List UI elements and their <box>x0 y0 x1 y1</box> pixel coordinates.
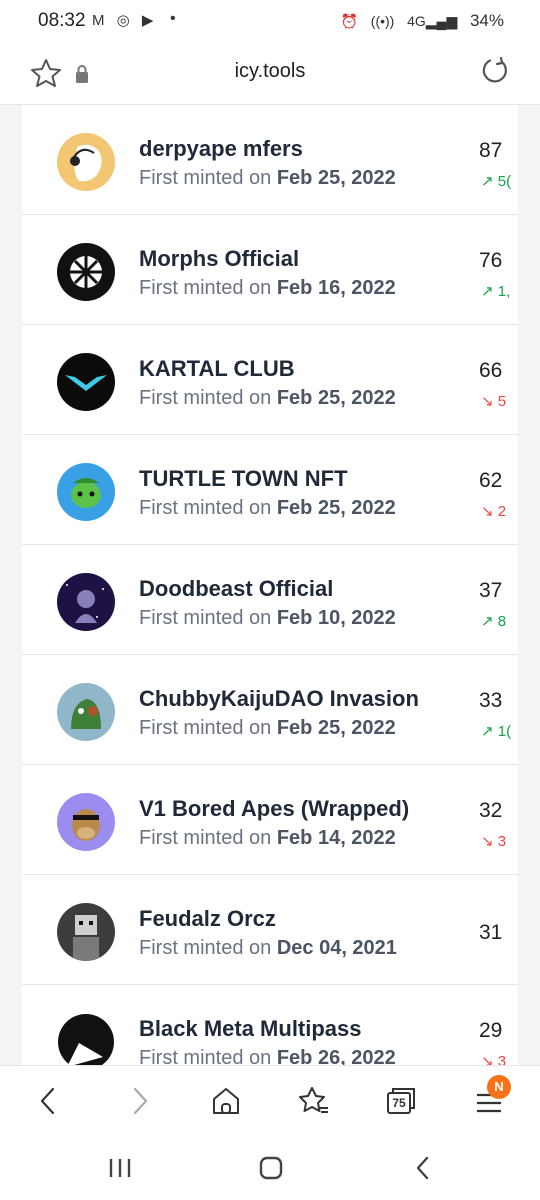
minted-date: First minted on Feb 26, 2022 <box>139 1047 396 1065</box>
arrow-up-icon: ↗ <box>481 723 494 740</box>
status-time: 08:32 <box>38 10 86 31</box>
change-indicator: ↗ 1( <box>481 723 512 740</box>
system-back-icon[interactable] <box>408 1153 438 1183</box>
collection-avatar <box>57 353 115 411</box>
collection-row[interactable]: TURTLE TOWN NFT First minted on Feb 25, … <box>22 435 518 545</box>
sales-count: 62 <box>479 469 503 492</box>
status-right: ⏰ ((•)) 4G▂▄▆ 34% <box>341 11 504 31</box>
collection-name: Morphs Official <box>139 246 300 271</box>
collection-row[interactable]: V1 Bored Apes (Wrapped) First minted on … <box>22 765 518 875</box>
arrow-up-icon: ↗ <box>481 173 494 190</box>
collection-avatar <box>57 463 115 521</box>
minted-date: First minted on Feb 14, 2022 <box>139 827 396 849</box>
collection-name: KARTAL CLUB <box>139 356 295 381</box>
collection-avatar <box>57 903 115 961</box>
tabs-button[interactable]: 75 <box>384 1084 418 1118</box>
arrow-up-icon: ↗ <box>481 613 494 630</box>
sales-count: 33 <box>479 689 503 712</box>
minted-date: First minted on Feb 25, 2022 <box>139 387 396 409</box>
collection-row[interactable]: ChubbyKaijuDAO Invasion First minted on … <box>22 655 518 765</box>
collection-row[interactable]: derpyape mfers First minted on Feb 25, 2… <box>22 105 518 215</box>
sales-count: 32 <box>479 799 503 822</box>
arrow-up-icon: ↗ <box>481 283 494 300</box>
collection-row[interactable]: Feudalz Orcz First minted on Dec 04, 202… <box>22 875 518 985</box>
arrow-down-icon: ↘ <box>481 833 494 850</box>
battery-level: 34% <box>469 11 504 30</box>
sales-count: 37 <box>479 579 503 602</box>
hotspot-icon: ((•)) <box>370 13 395 29</box>
change-indicator: ↗ 5( <box>481 173 512 190</box>
url-text[interactable]: icy.tools <box>0 60 540 83</box>
change-indicator: ↗ 1, <box>481 283 511 300</box>
minted-date: First minted on Feb 10, 2022 <box>139 607 396 629</box>
arrow-down-icon: ↘ <box>481 1053 494 1065</box>
minted-date: First minted on Feb 25, 2022 <box>139 497 396 519</box>
collection-name: V1 Bored Apes (Wrapped) <box>139 796 410 821</box>
signal-icon: 4G▂▄▆ <box>407 13 458 29</box>
minted-date: First minted on Feb 16, 2022 <box>139 277 396 299</box>
collection-row[interactable]: KARTAL CLUB First minted on Feb 25, 2022… <box>22 325 518 435</box>
notification-dot-icon: • <box>170 10 176 27</box>
change-indicator: ↘ 3 <box>481 833 507 850</box>
page-content[interactable]: derpyape mfers First minted on Feb 25, 2… <box>0 105 540 1065</box>
menu-badge: N <box>487 1075 511 1099</box>
status-bar: 08:32 M ◎ ▶ • ⏰ ((•)) 4G▂▄▆ 34% <box>0 0 540 44</box>
forward-icon[interactable] <box>122 1084 156 1118</box>
recent-apps-icon[interactable] <box>105 1153 135 1183</box>
collection-avatar <box>57 243 115 301</box>
address-bar: icy.tools <box>0 44 540 105</box>
collection-name: derpyape mfers <box>139 136 303 161</box>
change-indicator: ↘ 3 <box>481 1052 506 1065</box>
collection-list: derpyape mfers First minted on Feb 25, 2… <box>22 105 518 1065</box>
minted-date: First minted on Dec 04, 2021 <box>139 937 397 959</box>
collection-row[interactable]: Doodbeast Official First minted on Feb 1… <box>22 545 518 655</box>
tabs-count: 75 <box>392 1096 406 1110</box>
arrow-down-icon: ↘ <box>481 393 494 410</box>
reload-icon[interactable] <box>480 56 510 86</box>
collection-avatar <box>57 573 115 631</box>
alarm-icon: ⏰ <box>340 13 359 29</box>
change-indicator: ↗ 8 <box>481 613 507 630</box>
back-icon[interactable] <box>32 1084 66 1118</box>
collection-name: TURTLE TOWN NFT <box>139 466 348 491</box>
collection-name: Black Meta Multipass <box>139 1016 362 1041</box>
sales-count: 66 <box>479 359 503 382</box>
sales-count: 76 <box>479 249 503 272</box>
minted-date: First minted on Feb 25, 2022 <box>139 167 396 189</box>
home-icon[interactable] <box>209 1084 243 1118</box>
collection-row[interactable]: Black Meta Multipass First minted on Feb… <box>22 985 518 1065</box>
sales-count: 87 <box>479 139 503 162</box>
bookmarks-icon[interactable] <box>297 1084 331 1118</box>
collection-row[interactable]: Morphs Official First minted on Feb 16, … <box>22 215 518 325</box>
change-indicator: ↘ 2 <box>481 503 507 520</box>
sales-count: 29 <box>479 1019 503 1042</box>
home-button-icon[interactable] <box>256 1153 286 1183</box>
browser-toolbar: 75 N <box>0 1065 540 1136</box>
notification-icons: M ◎ ▶ <box>92 12 158 29</box>
minted-date: First minted on Feb 25, 2022 <box>139 717 396 739</box>
collection-avatar <box>57 133 115 191</box>
sales-count: 31 <box>479 921 503 944</box>
collection-name: ChubbyKaijuDAO Invasion <box>139 686 419 711</box>
system-navigation-bar <box>0 1135 540 1200</box>
collection-avatar <box>57 1013 115 1065</box>
collection-avatar <box>57 683 115 741</box>
arrow-down-icon: ↘ <box>481 503 494 520</box>
collection-avatar <box>57 793 115 851</box>
change-indicator: ↘ 5 <box>481 393 507 410</box>
collection-name: Feudalz Orcz <box>139 906 276 931</box>
collection-name: Doodbeast Official <box>139 576 334 601</box>
